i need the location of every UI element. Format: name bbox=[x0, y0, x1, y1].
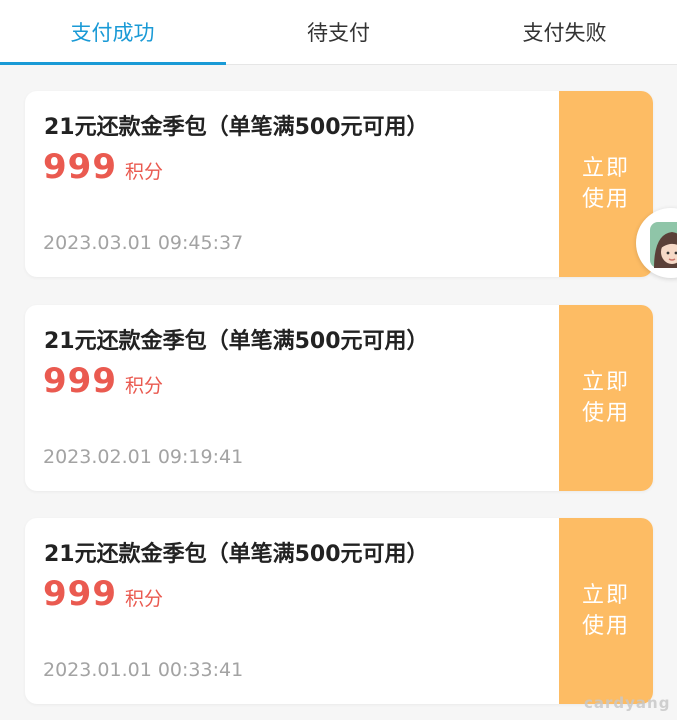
points-unit: 积分 bbox=[124, 588, 163, 610]
watermark: cardyang bbox=[584, 694, 671, 712]
tab-bar: 支付成功 待支付 支付失败 bbox=[0, 0, 677, 65]
use-now-button[interactable]: 立即使用 bbox=[555, 305, 653, 491]
order-time: 2023.01.01 00:33:41 bbox=[43, 659, 244, 681]
order-card: 21元还款金季包（单笔满500元可用） 999 积分 2023.02.01 09… bbox=[25, 305, 653, 491]
order-time: 2023.02.01 09:19:41 bbox=[43, 446, 244, 468]
points-value: 999 bbox=[43, 147, 117, 187]
use-now-label: 立即使用 bbox=[582, 156, 631, 212]
use-now-label: 立即使用 bbox=[582, 583, 631, 639]
use-now-button[interactable]: 立即使用 bbox=[555, 518, 653, 704]
points-value: 999 bbox=[43, 574, 117, 614]
points-unit: 积分 bbox=[124, 375, 163, 397]
order-title: 21元还款金季包（单笔满500元可用） bbox=[44, 542, 429, 567]
points-price: 999 积分 bbox=[43, 361, 163, 401]
active-tab-indicator bbox=[0, 62, 226, 65]
order-title: 21元还款金季包（单笔满500元可用） bbox=[44, 329, 429, 354]
tab-pending[interactable]: 待支付 bbox=[226, 0, 451, 64]
tab-failed[interactable]: 支付失败 bbox=[452, 0, 677, 64]
order-card: 21元还款金季包（单笔满500元可用） 999 积分 2023.01.01 00… bbox=[25, 518, 653, 704]
points-price: 999 积分 bbox=[43, 574, 163, 614]
use-now-label: 立即使用 bbox=[582, 370, 631, 426]
tab-paid[interactable]: 支付成功 bbox=[0, 0, 225, 64]
points-value: 999 bbox=[43, 361, 117, 401]
order-title: 21元还款金季包（单笔满500元可用） bbox=[44, 115, 429, 140]
points-price: 999 积分 bbox=[43, 147, 163, 187]
order-card: 21元还款金季包（单笔满500元可用） 999 积分 2023.03.01 09… bbox=[25, 91, 653, 277]
points-unit: 积分 bbox=[124, 161, 163, 183]
order-time: 2023.03.01 09:45:37 bbox=[43, 232, 244, 254]
